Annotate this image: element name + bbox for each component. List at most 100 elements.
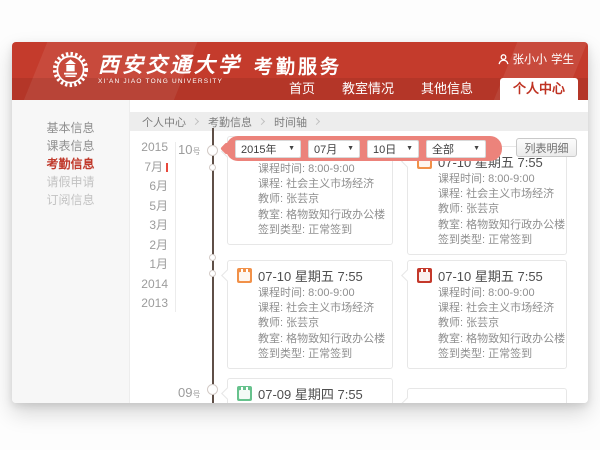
sidebar-item-4[interactable]: 请假申请 bbox=[12, 173, 129, 191]
header-nav: 首页 教室情况 其他信息 个人中心 bbox=[262, 78, 578, 100]
card-field: 教室: 格物致知行政办公楼 bbox=[417, 332, 557, 347]
timeline-month-item-1[interactable]: 2015 bbox=[130, 138, 168, 158]
nav-tab-3[interactable]: 其他信息 bbox=[421, 78, 473, 100]
sidebar-item-2[interactable]: 课表信息 bbox=[12, 137, 129, 155]
caret-down-icon: ▼ bbox=[406, 145, 413, 152]
university-logo-gear-icon bbox=[52, 51, 89, 88]
breadcrumb: 个人中心 考勤信息 时间轴 bbox=[130, 112, 588, 131]
timeline-month-nav: 20157月6月5月3月2月1月20142013 bbox=[130, 138, 168, 314]
app-screenshot: 西安交通大学 XI'AN JIAO TONG UNIVERSITY 考勤服务 张… bbox=[0, 0, 600, 450]
user-icon bbox=[498, 54, 509, 65]
timeline-node bbox=[209, 254, 216, 261]
card-header: 07-10 星期五 7:55 bbox=[237, 266, 383, 284]
breadcrumb-item-3[interactable]: 时间轴 bbox=[274, 114, 307, 130]
card-field: 教师: 张芸京 bbox=[237, 192, 383, 207]
nav-tab-1[interactable]: 首页 bbox=[289, 78, 315, 100]
filter-select-year[interactable]: 2015年 ▼ bbox=[235, 140, 301, 158]
breadcrumb-item-1[interactable]: 个人中心 bbox=[142, 114, 186, 130]
sidebar: 基本信息课表信息考勤信息请假申请订阅信息 bbox=[12, 100, 130, 403]
attendance-card: 07-10 星期五 7:55 课程时间: 8:00-9:00课程: 社会主义市场… bbox=[407, 146, 567, 255]
timeline-month-item-6[interactable]: 2月 bbox=[130, 236, 168, 256]
caret-down-icon: ▼ bbox=[347, 145, 354, 152]
filter-value: 10日 bbox=[373, 141, 396, 157]
caret-down-icon: ▼ bbox=[473, 145, 480, 152]
card-field: 教师: 张芸京 bbox=[237, 316, 383, 331]
card-field: 签到类型: 正常签到 bbox=[417, 233, 557, 248]
card-field: 课程: 社会主义市场经济 bbox=[417, 301, 557, 316]
app-header: 西安交通大学 XI'AN JIAO TONG UNIVERSITY 考勤服务 张… bbox=[12, 42, 588, 100]
list-detail-button[interactable]: 列表明细 bbox=[516, 138, 577, 157]
card-field: 课程时间: 8:00-9:00 bbox=[237, 162, 383, 177]
filter-value: 07月 bbox=[314, 141, 337, 157]
university-name-en: XI'AN JIAO TONG UNIVERSITY bbox=[98, 78, 242, 85]
filter-select-month[interactable]: 07月 ▼ bbox=[308, 140, 360, 158]
attendance-card: 07-10 星期五 7:55 课程时间: 8:00-9:00课程: 社会主义市场… bbox=[407, 260, 567, 369]
university-names: 西安交通大学 XI'AN JIAO TONG UNIVERSITY bbox=[98, 54, 242, 85]
card-field: 教室: 格物致知行政办公楼 bbox=[237, 332, 383, 347]
chevron-right-icon bbox=[313, 118, 320, 125]
sidebar-item-3[interactable]: 考勤信息 bbox=[12, 155, 129, 173]
timeline-month-item-3[interactable]: 6月 bbox=[130, 177, 168, 197]
card-field: 签到类型: 正常签到 bbox=[237, 223, 383, 238]
card-fields: 课程时间: 8:00-9:00课程: 社会主义市场经济教师: 张芸京教室: 格物… bbox=[417, 286, 557, 362]
card-fields: 课程时间: 8:00-9:00课程: 社会主义市场经济教师: 张芸京教室: 格物… bbox=[237, 162, 383, 238]
timeline-month-item-5[interactable]: 3月 bbox=[130, 216, 168, 236]
user-name: 张小小 bbox=[513, 51, 548, 67]
calendar-icon bbox=[237, 268, 252, 283]
app-window: 西安交通大学 XI'AN JIAO TONG UNIVERSITY 考勤服务 张… bbox=[12, 42, 588, 403]
chevron-right-icon bbox=[192, 118, 199, 125]
card-title: 07-09 星期四 7:55 bbox=[258, 384, 363, 403]
timeline-month-item-2[interactable]: 7月 bbox=[130, 158, 168, 178]
breadcrumb-item-2[interactable]: 考勤信息 bbox=[208, 114, 252, 130]
card-field: 课程时间: 8:00-9:00 bbox=[417, 286, 557, 301]
timeline-month-item-4[interactable]: 5月 bbox=[130, 197, 168, 217]
university-name-cn: 西安交通大学 bbox=[98, 54, 242, 76]
filter-select-day[interactable]: 10日 ▼ bbox=[367, 140, 419, 158]
card-field: 教师: 张芸京 bbox=[417, 202, 557, 217]
user-role: 学生 bbox=[551, 51, 574, 67]
timeline-month-item-9[interactable]: 2013 bbox=[130, 294, 168, 314]
user-info[interactable]: 张小小 学生 bbox=[498, 51, 575, 67]
card-field: 教师: 张芸京 bbox=[417, 316, 557, 331]
timeline-node bbox=[209, 164, 216, 171]
card-field: 签到类型: 正常签到 bbox=[417, 347, 557, 362]
filter-select-type[interactable]: 全部 ▼ bbox=[426, 140, 486, 158]
timeline-month-item-7[interactable]: 1月 bbox=[130, 255, 168, 275]
card-field: 课程: 社会主义市场经济 bbox=[237, 301, 383, 316]
filter-bar: 2015年 ▼ 07月 ▼ 10日 ▼ 全部 ▼ bbox=[226, 136, 502, 161]
timeline-day-label-09: 09号 bbox=[178, 385, 200, 400]
timeline-node bbox=[207, 384, 218, 395]
nav-tab-2[interactable]: 教室情况 bbox=[342, 78, 394, 100]
caret-down-icon: ▼ bbox=[288, 145, 295, 152]
card-title: 07-10 星期五 7:55 bbox=[438, 266, 543, 285]
card-field: 教室: 格物致知行政办公楼 bbox=[417, 218, 557, 233]
sidebar-item-5[interactable]: 订阅信息 bbox=[12, 191, 129, 209]
content-area: 个人中心 考勤信息 时间轴 20157月6月5月3月2月1月20142013 10号… bbox=[130, 100, 588, 403]
card-header: 07-09 星期四 7:55 bbox=[237, 384, 383, 402]
timeline-node bbox=[209, 270, 216, 277]
card-field: 课程时间: 8:00-9:00 bbox=[417, 172, 557, 187]
nav-tab-4[interactable]: 个人中心 bbox=[500, 78, 578, 100]
attendance-card-partial bbox=[407, 388, 567, 403]
sidebar-item-1[interactable]: 基本信息 bbox=[12, 119, 129, 137]
filter-value: 2015年 bbox=[241, 141, 276, 157]
card-field: 课程: 社会主义市场经济 bbox=[237, 177, 383, 192]
card-field: 课程时间: 8:00-9:00 bbox=[237, 286, 383, 301]
timeline-month-item-8[interactable]: 2014 bbox=[130, 275, 168, 295]
card-fields: 课程时间: 8:00-9:00课程: 社会主义市场经济教师: 张芸京教室: 格物… bbox=[237, 286, 383, 362]
card-field: 签到类型: 正常签到 bbox=[237, 347, 383, 362]
filter-value: 全部 bbox=[432, 141, 454, 157]
card-field: 教室: 格物致知行政办公楼 bbox=[237, 208, 383, 223]
seal-icon bbox=[417, 268, 432, 283]
attendance-card: 07-10 星期五 7:55 课程时间: 8:00-9:00课程: 社会主义市场… bbox=[227, 260, 393, 369]
attendance-card: 07-09 星期四 7:55 bbox=[227, 378, 393, 403]
timeline-node bbox=[207, 145, 218, 156]
app-body: 基本信息课表信息考勤信息请假申请订阅信息 个人中心考勤信息时间轴 20157月6… bbox=[12, 100, 588, 403]
card-fields: 课程时间: 8:00-9:00课程: 社会主义市场经济教师: 张芸京教室: 格物… bbox=[417, 172, 557, 248]
chevron-right-icon bbox=[258, 118, 265, 125]
month-separator-line bbox=[175, 142, 176, 312]
calendar-icon bbox=[237, 386, 252, 401]
timeline-day-label-10: 10号 bbox=[178, 142, 200, 157]
card-title: 07-10 星期五 7:55 bbox=[258, 266, 363, 285]
card-header: 07-10 星期五 7:55 bbox=[417, 266, 557, 284]
